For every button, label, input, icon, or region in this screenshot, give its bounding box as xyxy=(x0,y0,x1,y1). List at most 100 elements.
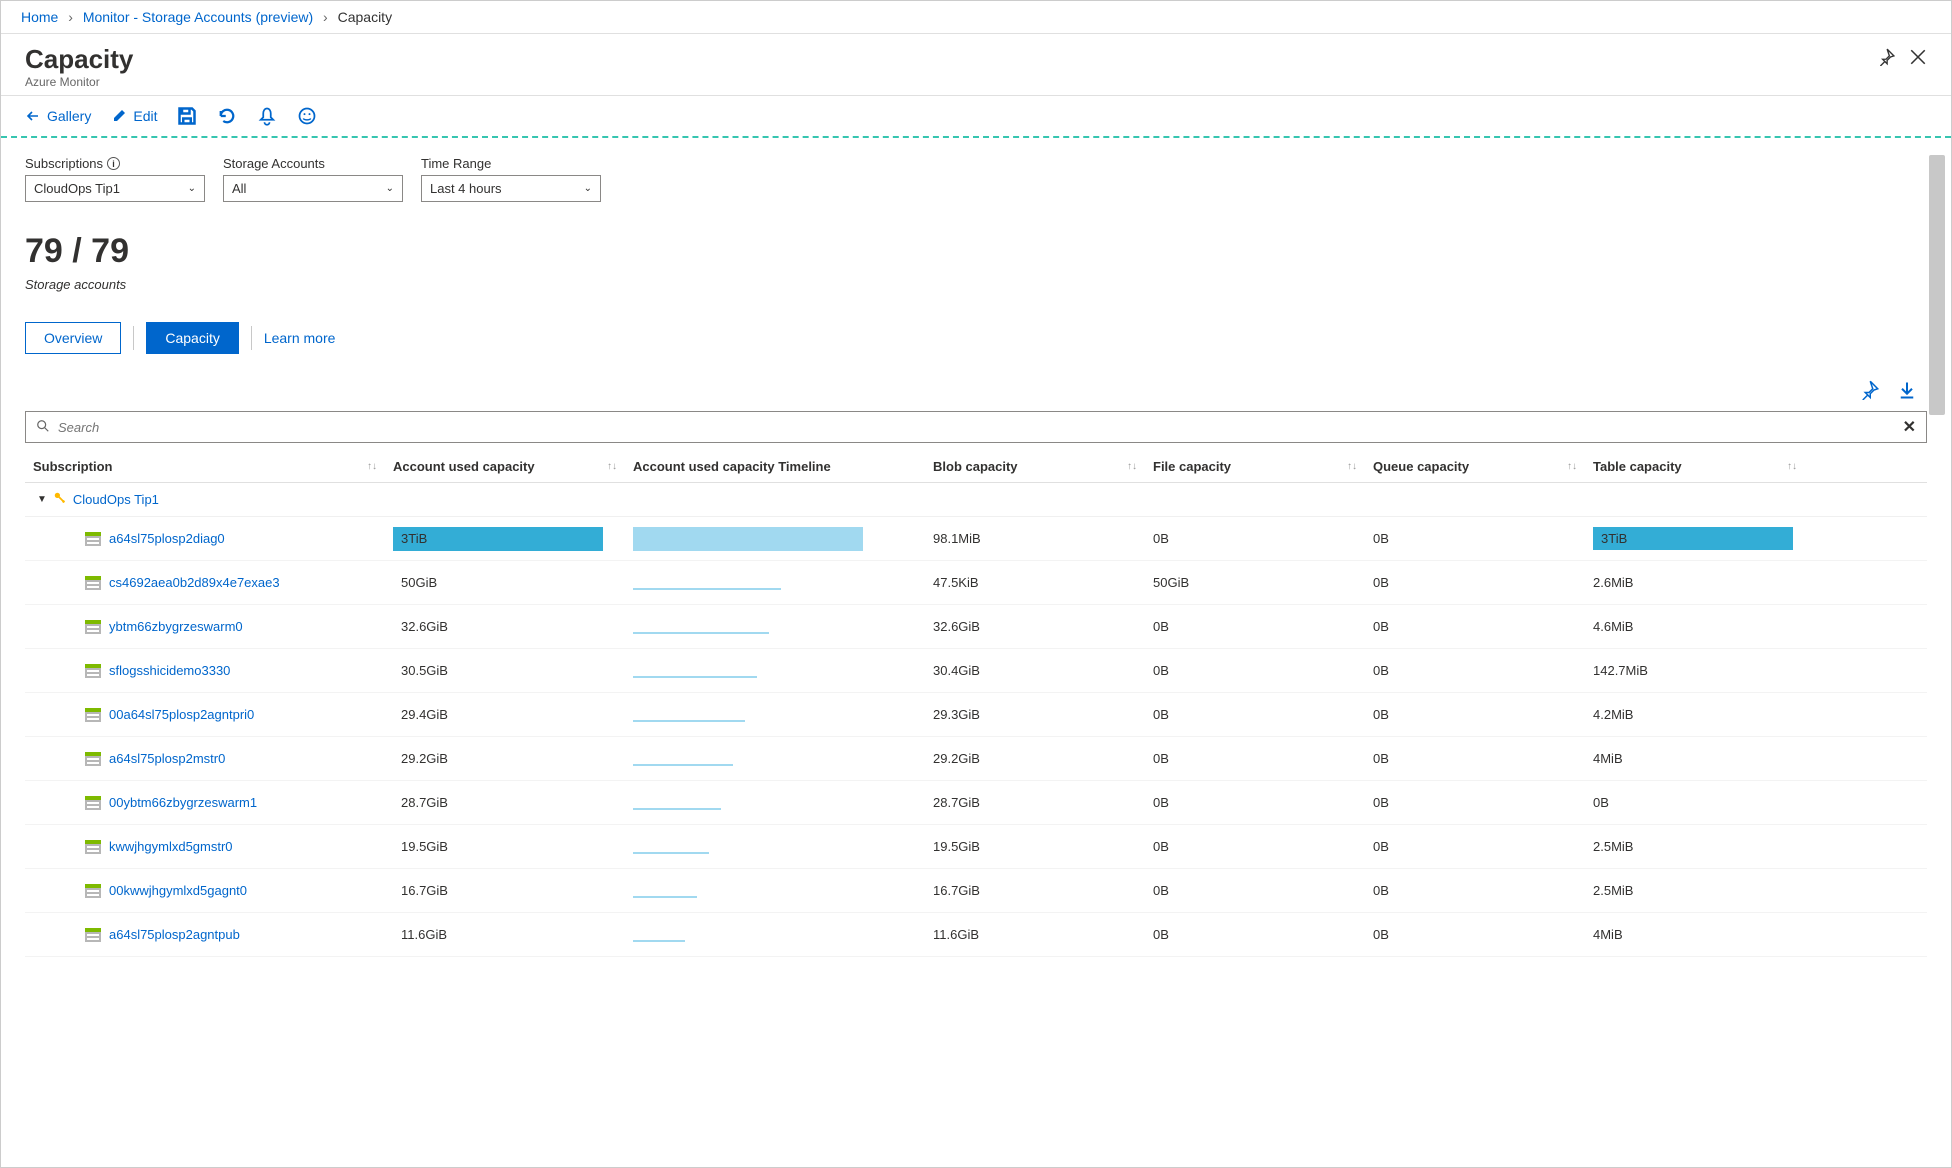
breadcrumb-home[interactable]: Home xyxy=(21,9,58,25)
account-name[interactable]: a64sl75plosp2diag0 xyxy=(109,531,225,546)
time-range-label: Time Range xyxy=(421,156,601,171)
file-capacity-cell: 0B xyxy=(1145,795,1365,810)
account-name[interactable]: sflogsshicidemo3330 xyxy=(109,663,230,678)
account-name[interactable]: kwwjhgymlxd5gmstr0 xyxy=(109,839,233,854)
table-capacity-cell: 0B xyxy=(1585,795,1805,810)
table-row[interactable]: 00a64sl75plosp2agntpri029.4GiB29.3GiB0B0… xyxy=(25,693,1927,737)
gallery-button[interactable]: Gallery xyxy=(25,108,91,124)
pin-table-icon[interactable] xyxy=(1859,380,1879,403)
vertical-scrollbar[interactable] xyxy=(1927,151,1947,1163)
table-row[interactable]: 00kwwjhgymlxd5gagnt016.7GiB16.7GiB0B0B2.… xyxy=(25,869,1927,913)
chevron-right-icon: › xyxy=(68,9,73,25)
col-account-used-capacity[interactable]: Account used capacity↑↓ xyxy=(385,459,625,474)
sort-icon: ↑↓ xyxy=(367,461,377,472)
storage-icon xyxy=(85,884,101,898)
toolbar: Gallery Edit xyxy=(1,96,1951,138)
account-name[interactable]: a64sl75plosp2agntpub xyxy=(109,927,240,942)
table-row[interactable]: cs4692aea0b2d89x4e7exae350GiB47.5KiB50Gi… xyxy=(25,561,1927,605)
divider xyxy=(133,326,134,350)
info-icon[interactable]: i xyxy=(107,157,120,170)
account-name[interactable]: 00a64sl75plosp2agntpri0 xyxy=(109,707,254,722)
blob-capacity-cell: 29.2GiB xyxy=(925,751,1145,766)
sparkline xyxy=(633,588,781,590)
account-count-label: Storage accounts xyxy=(25,277,1927,292)
group-name: CloudOps Tip1 xyxy=(73,492,159,507)
subscriptions-dropdown[interactable]: CloudOps Tip1 ⌄ xyxy=(25,175,205,202)
smile-icon[interactable] xyxy=(297,106,317,126)
divider xyxy=(251,326,252,350)
account-name[interactable]: a64sl75plosp2mstr0 xyxy=(109,751,225,766)
queue-capacity-cell: 0B xyxy=(1365,927,1585,942)
sort-icon: ↑↓ xyxy=(1567,461,1577,472)
search-input[interactable] xyxy=(58,420,1903,435)
col-timeline[interactable]: Account used capacity Timeline xyxy=(625,459,925,474)
table-row[interactable]: a64sl75plosp2diag03TiB98.1MiB0B0B3TiB xyxy=(25,517,1927,561)
scrollbar-thumb[interactable] xyxy=(1929,155,1945,415)
col-blob-capacity[interactable]: Blob capacity↑↓ xyxy=(925,459,1145,474)
pin-icon[interactable] xyxy=(1877,48,1895,66)
sparkline xyxy=(633,764,733,766)
table-row[interactable]: a64sl75plosp2agntpub11.6GiB11.6GiB0B0B4M… xyxy=(25,913,1927,957)
account-name[interactable]: ybtm66zbygrzeswarm0 xyxy=(109,619,243,634)
blob-capacity-cell: 98.1MiB xyxy=(925,531,1145,546)
account-name[interactable]: cs4692aea0b2d89x4e7exae3 xyxy=(109,575,280,590)
page-title: Capacity xyxy=(25,44,133,75)
table-row[interactable]: 00ybtm66zbygrzeswarm128.7GiB28.7GiB0B0B0… xyxy=(25,781,1927,825)
breadcrumb-monitor[interactable]: Monitor - Storage Accounts (preview) xyxy=(83,9,313,25)
content-area: Subscriptions i CloudOps Tip1 ⌄ Storage … xyxy=(1,138,1951,1156)
table-capacity-cell: 3TiB xyxy=(1585,527,1805,550)
capacity-bar: 3TiB xyxy=(393,527,603,551)
blob-capacity-cell: 29.3GiB xyxy=(925,707,1145,722)
table-capacity-cell: 2.6MiB xyxy=(1585,575,1805,590)
storage-icon xyxy=(85,708,101,722)
blob-capacity-cell: 47.5KiB xyxy=(925,575,1145,590)
page-header: Capacity Azure Monitor xyxy=(1,34,1951,96)
file-capacity-cell: 0B xyxy=(1145,663,1365,678)
tab-capacity[interactable]: Capacity xyxy=(146,322,238,354)
sort-icon: ↑↓ xyxy=(1127,461,1137,472)
storage-accounts-label: Storage Accounts xyxy=(223,156,403,171)
sort-icon: ↑↓ xyxy=(1787,461,1797,472)
col-queue-capacity[interactable]: Queue capacity↑↓ xyxy=(1365,459,1585,474)
storage-icon xyxy=(85,664,101,678)
table-row[interactable]: ybtm66zbygrzeswarm032.6GiB32.6GiB0B0B4.6… xyxy=(25,605,1927,649)
blob-capacity-cell: 19.5GiB xyxy=(925,839,1145,854)
sparkline xyxy=(633,896,697,898)
learn-more-link[interactable]: Learn more xyxy=(264,330,336,346)
col-file-capacity[interactable]: File capacity↑↓ xyxy=(1145,459,1365,474)
sparkline xyxy=(633,720,745,722)
storage-accounts-dropdown[interactable]: All ⌄ xyxy=(223,175,403,202)
account-name[interactable]: 00ybtm66zbygrzeswarm1 xyxy=(109,795,257,810)
collapse-icon: ▼ xyxy=(37,494,47,505)
account-name[interactable]: 00kwwjhgymlxd5gagnt0 xyxy=(109,883,247,898)
edit-button[interactable]: Edit xyxy=(111,108,157,124)
close-icon[interactable] xyxy=(1909,48,1927,66)
table-capacity-cell: 2.5MiB xyxy=(1585,883,1805,898)
queue-capacity-cell: 0B xyxy=(1365,751,1585,766)
tab-overview[interactable]: Overview xyxy=(25,322,121,354)
sparkline xyxy=(633,632,769,634)
clear-search-icon[interactable]: ✕ xyxy=(1903,417,1916,437)
sparkline xyxy=(633,808,721,810)
time-range-value: Last 4 hours xyxy=(430,181,502,196)
col-table-capacity[interactable]: Table capacity↑↓ xyxy=(1585,459,1805,474)
time-range-dropdown[interactable]: Last 4 hours ⌄ xyxy=(421,175,601,202)
sparkline xyxy=(633,676,757,678)
table-capacity-cell: 142.7MiB xyxy=(1585,663,1805,678)
storage-icon xyxy=(85,576,101,590)
blob-capacity-cell: 32.6GiB xyxy=(925,619,1145,634)
group-row[interactable]: ▼ CloudOps Tip1 xyxy=(25,483,1927,517)
file-capacity-cell: 0B xyxy=(1145,531,1365,546)
download-icon[interactable] xyxy=(1897,380,1917,403)
subscriptions-label: Subscriptions i xyxy=(25,156,205,171)
storage-accounts-value: All xyxy=(232,181,246,196)
alert-icon[interactable] xyxy=(257,106,277,126)
table-row[interactable]: sflogsshicidemo333030.5GiB30.4GiB0B0B142… xyxy=(25,649,1927,693)
table-row[interactable]: a64sl75plosp2mstr029.2GiB29.2GiB0B0B4MiB xyxy=(25,737,1927,781)
storage-icon xyxy=(85,752,101,766)
capacity-bar: 28.7GiB xyxy=(393,791,617,815)
table-row[interactable]: kwwjhgymlxd5gmstr019.5GiB19.5GiB0B0B2.5M… xyxy=(25,825,1927,869)
refresh-icon[interactable] xyxy=(217,106,237,126)
col-subscription[interactable]: Subscription↑↓ xyxy=(25,459,385,474)
save-icon[interactable] xyxy=(177,106,197,126)
